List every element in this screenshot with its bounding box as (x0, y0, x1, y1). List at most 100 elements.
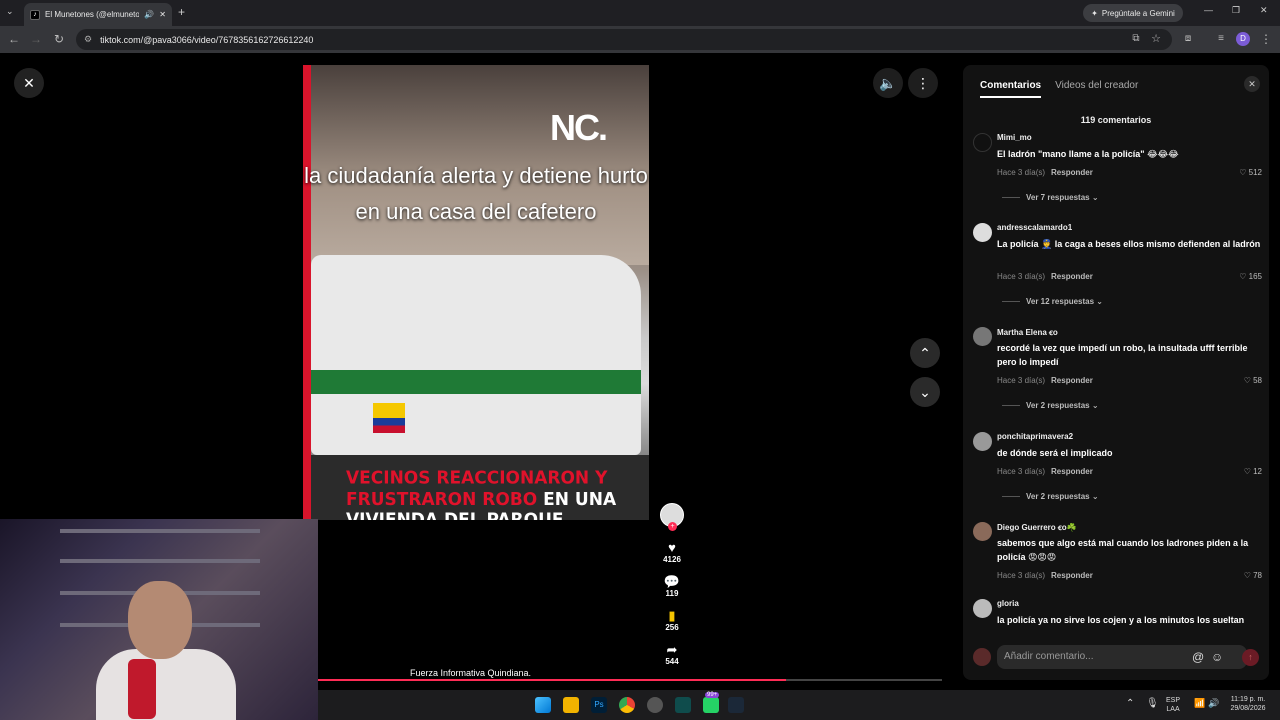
comment-user[interactable]: Diego Guerrero ꞓo☘️ (997, 522, 1077, 533)
comment-button[interactable]: 💬 119 (656, 575, 688, 599)
comment-user[interactable]: Mimi_mo (997, 133, 1032, 142)
tab-comments[interactable]: Comentarios (980, 80, 1042, 98)
close-tab-icon[interactable]: ✕ (159, 10, 166, 19)
app-icon[interactable] (675, 697, 691, 713)
volume-icon: 🔈 (879, 75, 897, 91)
obs-icon[interactable] (647, 697, 663, 713)
avatar (973, 648, 991, 666)
reload-icon[interactable]: ↻ (51, 31, 67, 47)
share-count: 544 (665, 657, 679, 666)
speaker-icon[interactable]: 🔊 (144, 10, 154, 19)
site-info-icon[interactable]: ⚙ (84, 34, 92, 45)
previous-video-button[interactable]: ⌃ (910, 338, 940, 368)
language-indicator[interactable]: ESP LAA (1166, 696, 1180, 714)
microphone-tray-icon[interactable]: 🎙 (1146, 699, 1159, 709)
replies-label: Ver 2 respuestas (1026, 492, 1090, 501)
comment-meta: Hace 3 día(s) Responder (997, 467, 1093, 476)
share-button[interactable]: ➦ 544 (656, 643, 688, 667)
reply-button[interactable]: Responder (1051, 272, 1093, 281)
comment-meta: Hace 3 día(s) Responder (997, 376, 1093, 385)
whatsapp-icon[interactable] (703, 697, 719, 713)
next-video-button[interactable]: ⌄ (910, 377, 940, 407)
avatar[interactable] (973, 599, 992, 618)
tab-creator-videos[interactable]: Videos del creador (1055, 80, 1138, 98)
comment-likes[interactable]: ♡ 12 (1244, 467, 1262, 476)
photoshop-icon[interactable]: Ps (591, 697, 607, 713)
comment-user[interactable]: andresscalamardo1 (997, 223, 1072, 232)
comment-count-header: 119 comentarios (1080, 115, 1152, 125)
gemini-button[interactable]: ✦ Pregúntale a Gemini (1083, 4, 1183, 22)
comment-like-count: 165 (1248, 272, 1262, 281)
mention-icon[interactable]: @ (1192, 650, 1204, 664)
restore-icon[interactable]: ❐ (1232, 5, 1240, 16)
steam-icon[interactable] (728, 697, 744, 713)
close-window-icon[interactable]: ✕ (1260, 5, 1268, 16)
back-icon[interactable]: ← (6, 31, 22, 47)
new-tab-icon[interactable]: + (178, 5, 185, 19)
comment-likes[interactable]: ♡ 58 (1244, 376, 1262, 385)
comment-text: de dónde será el implicado (997, 448, 1113, 458)
windows-start-icon[interactable] (535, 697, 551, 713)
reply-button[interactable]: Responder (1051, 376, 1093, 385)
cast-icon[interactable]: ⧉ (1128, 31, 1144, 47)
clock-time: 11:19 p. m. (1230, 696, 1266, 703)
volume-tray-icon[interactable]: 🔊 (1208, 699, 1219, 708)
tab-list-chevron-icon[interactable]: ⌄ (6, 6, 14, 17)
file-explorer-icon[interactable] (563, 697, 579, 713)
chrome-icon[interactable] (619, 697, 635, 713)
bookmark-star-icon[interactable]: ☆ (1148, 31, 1164, 47)
tray-chevron-icon[interactable]: ⌃ (1126, 699, 1134, 709)
forward-icon[interactable]: → (28, 31, 44, 47)
video-player[interactable]: NC. la ciudadanía alerta y detiene hurto… (303, 65, 649, 520)
chevron-down-icon: ⌄ (919, 384, 931, 400)
minimize-icon[interactable]: — (1204, 5, 1213, 15)
comment-input[interactable]: Añadir comentario... (997, 645, 1247, 669)
video-headline: la ciudadanía alerta y detiene hurto en … (304, 163, 648, 224)
browser-menu-icon[interactable]: ⋮ (1258, 31, 1274, 47)
comment-user[interactable]: Martha Elena ꞓo (997, 327, 1058, 338)
close-video-button[interactable]: ✕ (14, 68, 44, 98)
view-replies-button[interactable]: Ver 7 respuestas ⌄ (1002, 193, 1099, 202)
send-comment-button[interactable]: ↑ (1242, 649, 1259, 666)
streamer-head (128, 581, 192, 659)
view-replies-button[interactable]: Ver 2 respuestas ⌄ (1002, 492, 1099, 501)
tiktok-icon: ♪ (30, 9, 40, 20)
reply-button[interactable]: Responder (1051, 467, 1093, 476)
comment-likes[interactable]: ♡ 512 (1239, 168, 1262, 177)
video-progress-bar[interactable] (318, 679, 942, 681)
reply-button[interactable]: Responder (1051, 571, 1093, 580)
view-replies-button[interactable]: Ver 12 respuestas ⌄ (1002, 297, 1103, 306)
avatar[interactable] (973, 522, 992, 541)
clock[interactable]: 11:19 p. m. 29/08/2026 (1224, 695, 1272, 713)
chevron-up-icon: ⌃ (919, 345, 931, 361)
save-button[interactable]: ▮ 256 (656, 609, 688, 633)
media-control-icon[interactable]: ≡ (1213, 31, 1229, 47)
extensions-icon[interactable]: ⧈ (1180, 31, 1196, 47)
avatar[interactable] (973, 223, 992, 242)
reply-button[interactable]: Responder (1051, 168, 1093, 177)
close-panel-icon[interactable]: ✕ (1244, 76, 1260, 92)
profile-avatar[interactable]: D (1236, 32, 1250, 46)
avatar[interactable] (973, 327, 992, 346)
volume-button[interactable]: 🔈 (873, 68, 903, 98)
comment-like-count: 12 (1253, 467, 1262, 476)
view-replies-button[interactable]: Ver 2 respuestas ⌄ (1002, 401, 1099, 410)
comment-likes[interactable]: ♡ 165 (1239, 272, 1262, 281)
avatar[interactable] (973, 432, 992, 451)
wifi-icon[interactable]: 📶 (1194, 699, 1205, 708)
like-count: 4126 (663, 555, 681, 564)
emoji-icon[interactable]: ☺ (1211, 650, 1223, 664)
streamer-body (96, 649, 236, 720)
comment-user[interactable]: gloria (997, 599, 1019, 608)
comment-text: la policía ya no sirve los cojen y a los… (997, 615, 1245, 625)
follow-plus-icon[interactable]: + (668, 522, 677, 531)
comment-user[interactable]: ponchitaprimavera2 (997, 432, 1073, 441)
avatar[interactable] (973, 133, 992, 152)
address-bar[interactable]: ⚙ tiktok.com/@pava3066/video/76783561627… (76, 29, 1172, 50)
more-options-button[interactable]: ⋮ (908, 68, 938, 98)
browser-tab[interactable]: ♪ El Munetones (@elmunetones) 🔊 ✕ (24, 3, 172, 26)
comment-likes[interactable]: ♡ 78 (1244, 571, 1262, 580)
like-button[interactable]: ♥ 4126 (656, 541, 688, 565)
shelf (60, 529, 260, 533)
video-caption: Fuerza Informativa Quindiana. (410, 668, 532, 678)
